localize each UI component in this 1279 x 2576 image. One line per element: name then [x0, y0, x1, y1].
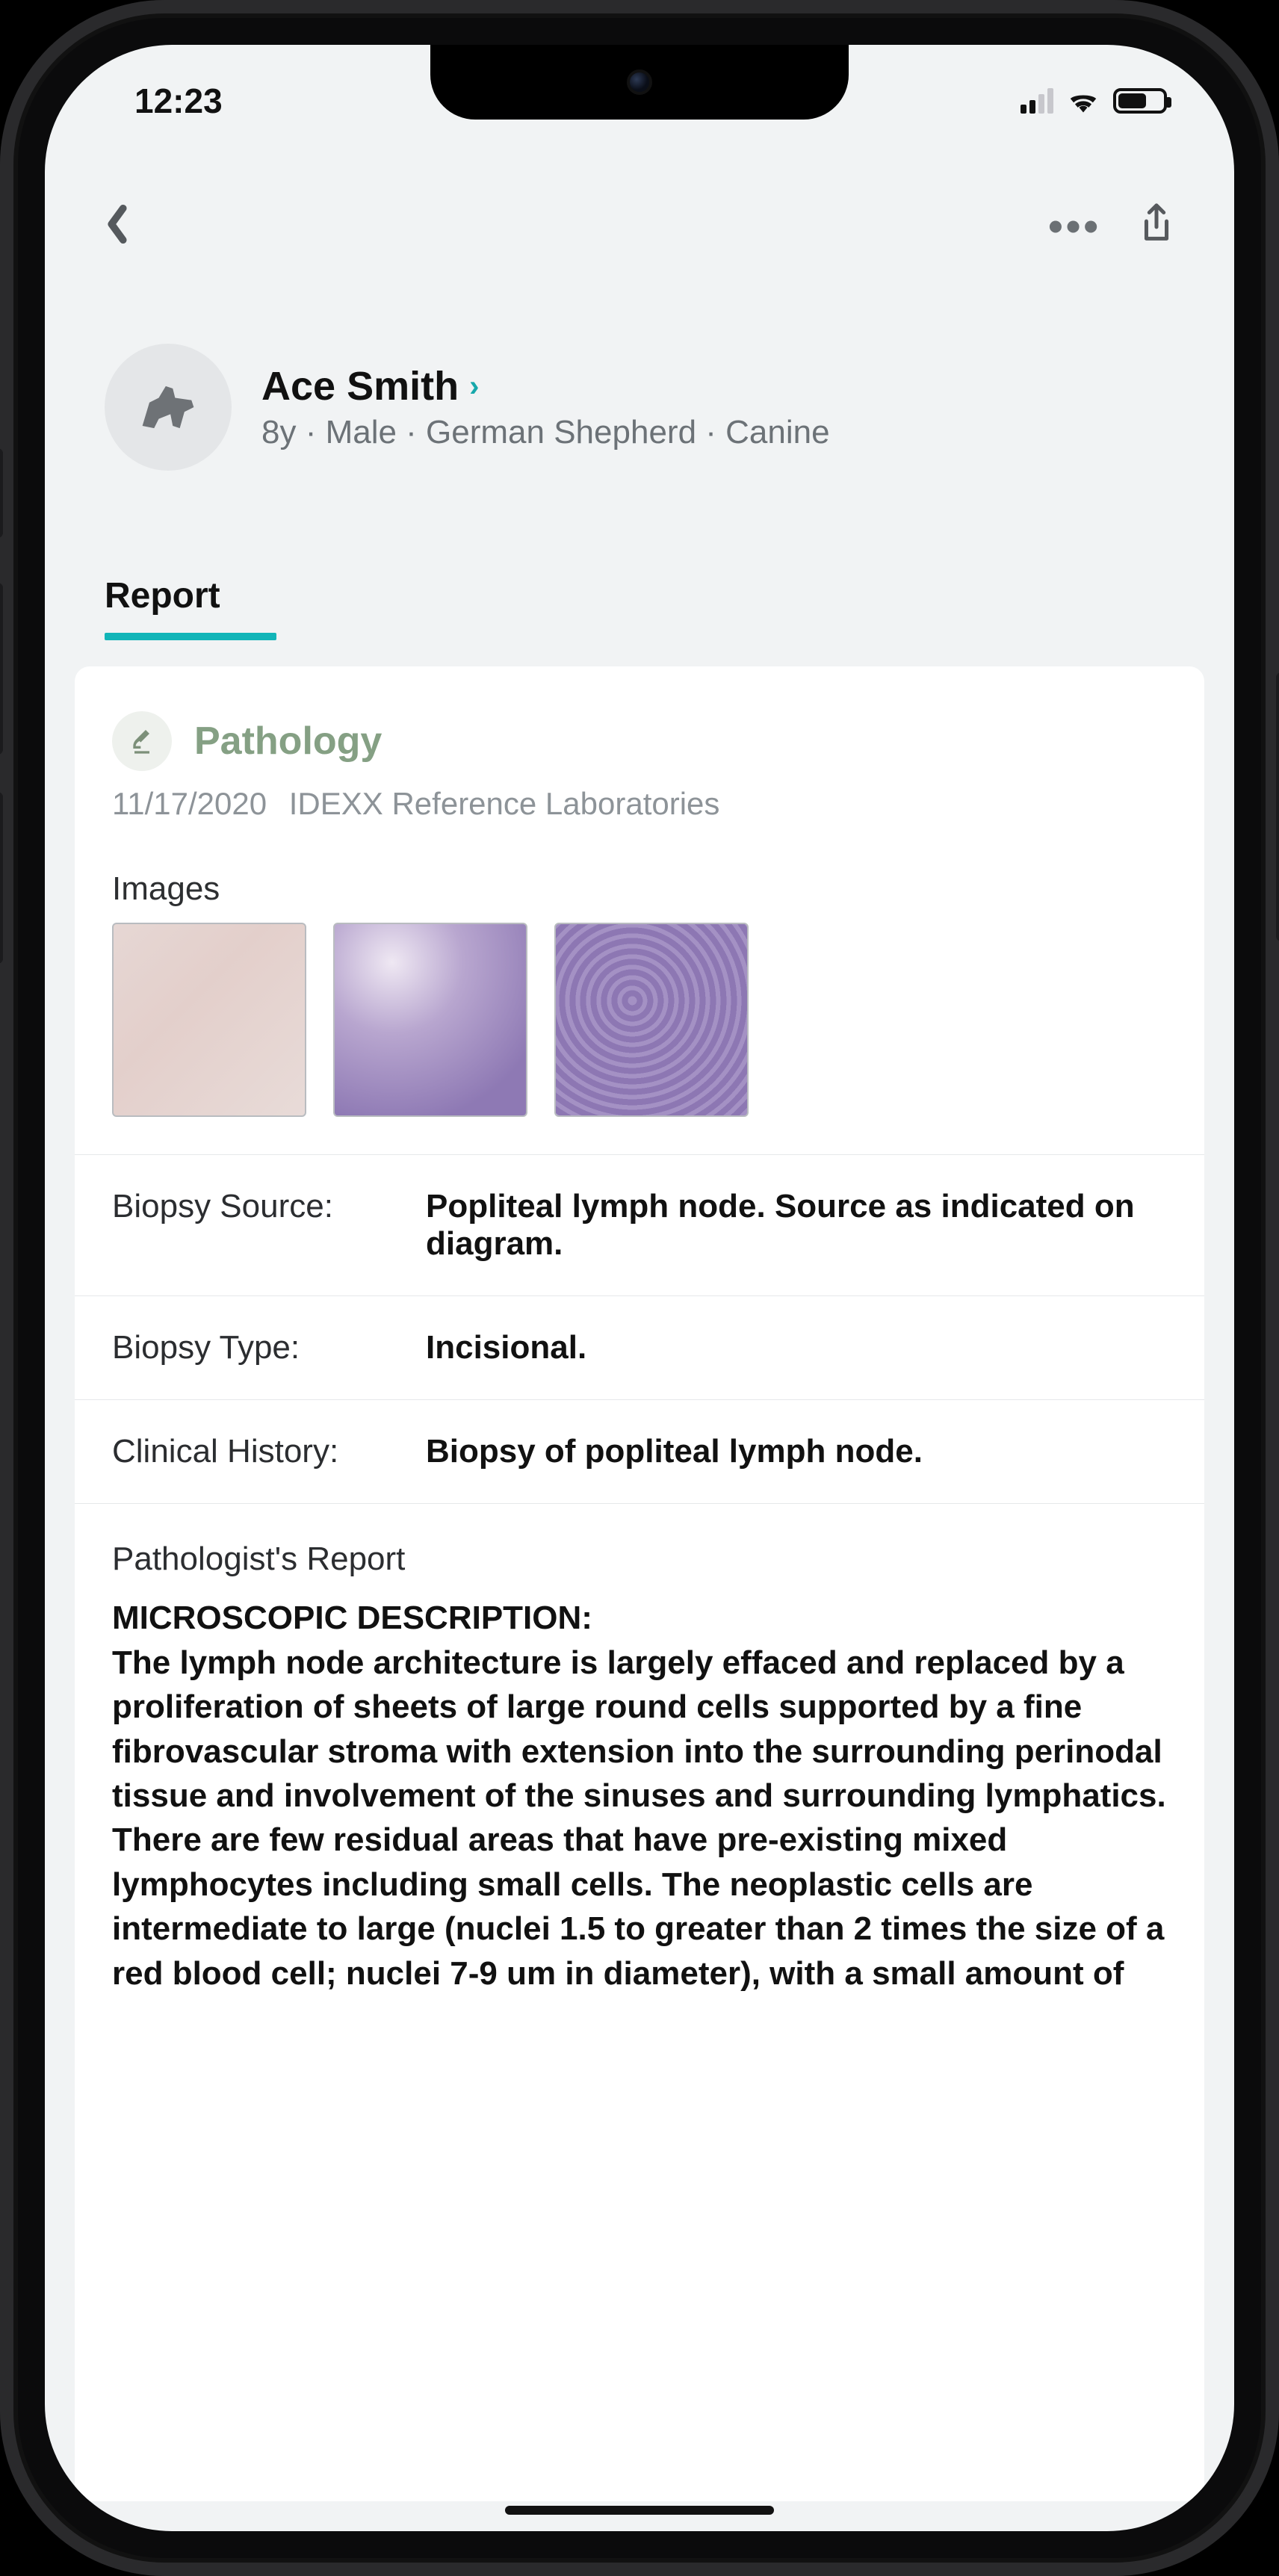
- tabs: Report: [45, 530, 1234, 640]
- row-label: Biopsy Source:: [112, 1188, 396, 1263]
- report-date: 11/17/2020: [112, 786, 267, 821]
- share-button[interactable]: [1139, 202, 1174, 250]
- battery-icon: [1113, 88, 1167, 114]
- image-thumbnails: [75, 923, 1204, 1154]
- cellular-icon: [1021, 88, 1053, 114]
- wifi-icon: [1067, 81, 1100, 121]
- row-value: Biopsy of popliteal lymph node.: [426, 1433, 1167, 1470]
- data-row-biopsy-type: Biopsy Type: Incisional.: [75, 1296, 1204, 1400]
- tab-report[interactable]: Report: [105, 575, 220, 633]
- row-value: Incisional.: [426, 1329, 1167, 1366]
- more-button[interactable]: •••: [1048, 202, 1101, 250]
- side-button: [0, 448, 3, 538]
- microscopic-heading: MICROSCOPIC DESCRIPTION:: [112, 1596, 1167, 1640]
- microscopic-body: The lymph node architecture is largely e…: [112, 1641, 1167, 1996]
- back-button[interactable]: [105, 204, 130, 248]
- section-subtitle: 11/17/2020 IDEXX Reference Laboratories: [75, 786, 1204, 852]
- data-rows: Biopsy Source: Popliteal lymph node. Sou…: [75, 1154, 1204, 1504]
- data-row-biopsy-source: Biopsy Source: Popliteal lymph node. Sou…: [75, 1155, 1204, 1296]
- image-thumbnail[interactable]: [112, 923, 306, 1117]
- nav-bar: •••: [45, 164, 1234, 280]
- status-time: 12:23: [134, 81, 223, 121]
- pathologist-label: Pathologist's Report: [112, 1537, 1167, 1581]
- report-lab: IDEXX Reference Laboratories: [289, 786, 720, 821]
- tab-underline: [105, 633, 276, 640]
- images-label: Images: [75, 852, 1204, 923]
- patient-name: Ace Smith: [261, 363, 459, 409]
- pathologist-report: Pathologist's Report MICROSCOPIC DESCRIP…: [75, 1504, 1204, 2028]
- side-button: [0, 792, 3, 964]
- row-label: Clinical History:: [112, 1433, 396, 1470]
- notch: [430, 45, 849, 120]
- home-indicator[interactable]: [505, 2506, 774, 2515]
- section-title: Pathology: [194, 719, 382, 764]
- microscope-icon: [112, 711, 172, 771]
- patient-meta: 8y · Male · German Shepherd · Canine: [261, 414, 830, 451]
- patient-avatar: [105, 344, 232, 471]
- row-label: Biopsy Type:: [112, 1329, 396, 1366]
- phone-frame: 12:23 •••: [0, 0, 1279, 2576]
- row-value: Popliteal lymph node. Source as indicate…: [426, 1188, 1167, 1263]
- patient-header[interactable]: Ace Smith › 8y · Male · German Shepherd …: [45, 321, 1234, 501]
- side-button: [0, 583, 3, 755]
- data-row-clinical-history: Clinical History: Biopsy of popliteal ly…: [75, 1400, 1204, 1504]
- image-thumbnail[interactable]: [554, 923, 749, 1117]
- image-thumbnail[interactable]: [333, 923, 527, 1117]
- chevron-right-icon: ›: [469, 370, 479, 403]
- screen: 12:23 •••: [45, 45, 1234, 2531]
- report-card: Pathology 11/17/2020 IDEXX Reference Lab…: [75, 666, 1204, 2501]
- side-button: [1276, 672, 1279, 941]
